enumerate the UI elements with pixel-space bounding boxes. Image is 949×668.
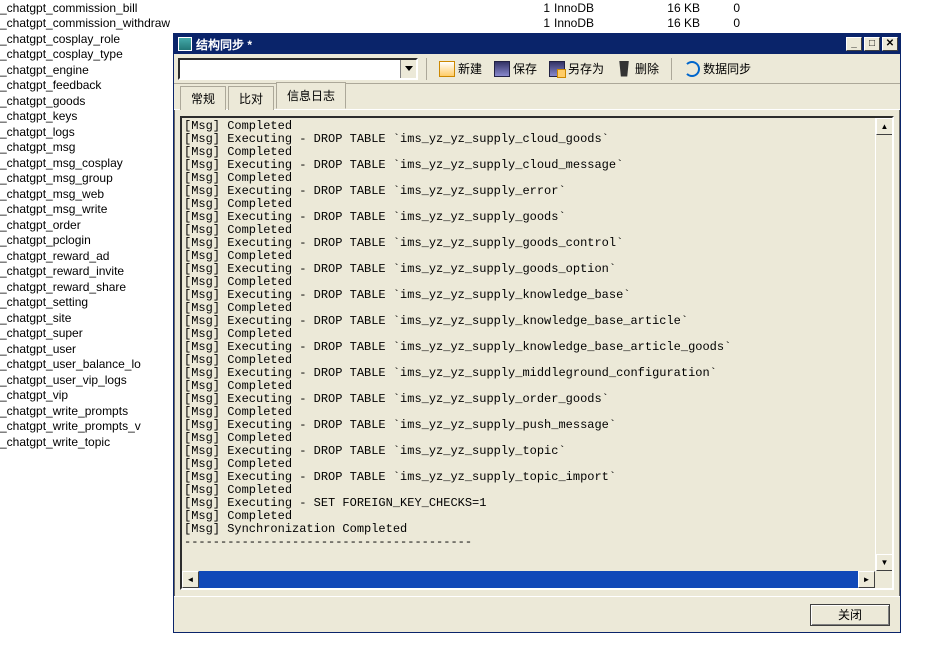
toolbar-separator xyxy=(426,58,427,80)
structure-sync-dialog: 结构同步 * _ □ ✕ 新建 保存 另存为 删除 数据同步 xyxy=(173,33,901,633)
delete-button[interactable]: 删除 xyxy=(612,58,663,79)
saveas-label: 另存为 xyxy=(568,60,604,77)
dialog-footer: 关闭 xyxy=(174,596,900,632)
delete-label: 删除 xyxy=(635,60,659,77)
combobox-dropdown-icon[interactable] xyxy=(400,60,416,78)
new-label: 新建 xyxy=(458,60,482,77)
save-label: 保存 xyxy=(513,60,537,77)
log-text: [Msg] Completed [Msg] Executing - DROP T… xyxy=(184,120,874,549)
sync-label: 数据同步 xyxy=(703,60,751,77)
dialog-title: 结构同步 * xyxy=(196,36,252,53)
scroll-track[interactable] xyxy=(199,571,858,588)
size-grip xyxy=(875,571,892,588)
delete-icon xyxy=(616,61,632,77)
table-name-cell: _chatgpt_commission_withdraw xyxy=(0,16,510,30)
table-cell: 0 xyxy=(700,1,740,15)
tab-log-label: 信息日志 xyxy=(287,89,335,103)
toolbar: 新建 保存 另存为 删除 数据同步 xyxy=(174,54,900,84)
table-cell: 1 xyxy=(510,1,550,15)
new-icon xyxy=(439,61,455,77)
tab-general-label: 常规 xyxy=(191,92,215,106)
table-cell: InnoDB xyxy=(550,1,610,15)
horizontal-scrollbar[interactable]: ◄ ► xyxy=(182,571,875,588)
tab-general[interactable]: 常规 xyxy=(180,86,226,110)
sync-icon xyxy=(684,61,700,77)
dialog-icon xyxy=(178,37,192,51)
scroll-up-icon[interactable]: ▲ xyxy=(876,118,893,135)
table-cell: 16 KB xyxy=(610,16,700,30)
minimize-button[interactable]: _ xyxy=(846,37,862,51)
save-button[interactable]: 保存 xyxy=(490,58,541,79)
close-button-label: 关闭 xyxy=(838,606,862,623)
tab-log[interactable]: 信息日志 xyxy=(276,82,346,109)
maximize-button[interactable]: □ xyxy=(864,37,880,51)
close-button[interactable]: 关闭 xyxy=(810,604,890,626)
vertical-scrollbar[interactable]: ▲ ▼ xyxy=(875,118,892,571)
scroll-right-icon[interactable]: ► xyxy=(858,571,875,588)
table-cell: InnoDB xyxy=(550,16,610,30)
save-icon xyxy=(494,61,510,77)
close-window-button[interactable]: ✕ xyxy=(882,37,898,51)
new-button[interactable]: 新建 xyxy=(435,58,486,79)
table-name-cell: _chatgpt_commission_bill xyxy=(0,1,510,15)
titlebar[interactable]: 结构同步 * _ □ ✕ xyxy=(174,34,900,54)
scroll-down-icon[interactable]: ▼ xyxy=(876,554,893,571)
tab-compare-label: 比对 xyxy=(239,92,263,106)
profile-combobox[interactable] xyxy=(178,58,418,80)
log-textarea[interactable]: [Msg] Completed [Msg] Executing - DROP T… xyxy=(180,116,894,590)
dialog-content: [Msg] Completed [Msg] Executing - DROP T… xyxy=(174,110,900,596)
tab-compare[interactable]: 比对 xyxy=(228,86,274,110)
table-cell: 0 xyxy=(700,16,740,30)
table-cell: 16 KB xyxy=(610,1,700,15)
scroll-left-icon[interactable]: ◄ xyxy=(182,571,199,588)
toolbar-separator xyxy=(671,58,672,80)
saveas-icon xyxy=(549,61,565,77)
table-row[interactable]: _chatgpt_commission_withdraw1InnoDB16 KB… xyxy=(0,16,949,32)
table-cell: 1 xyxy=(510,16,550,30)
saveas-button[interactable]: 另存为 xyxy=(545,58,608,79)
table-row[interactable]: _chatgpt_commission_bill1InnoDB16 KB0 xyxy=(0,0,949,16)
data-sync-button[interactable]: 数据同步 xyxy=(680,58,755,79)
tabbar: 常规 比对 信息日志 xyxy=(174,84,900,110)
